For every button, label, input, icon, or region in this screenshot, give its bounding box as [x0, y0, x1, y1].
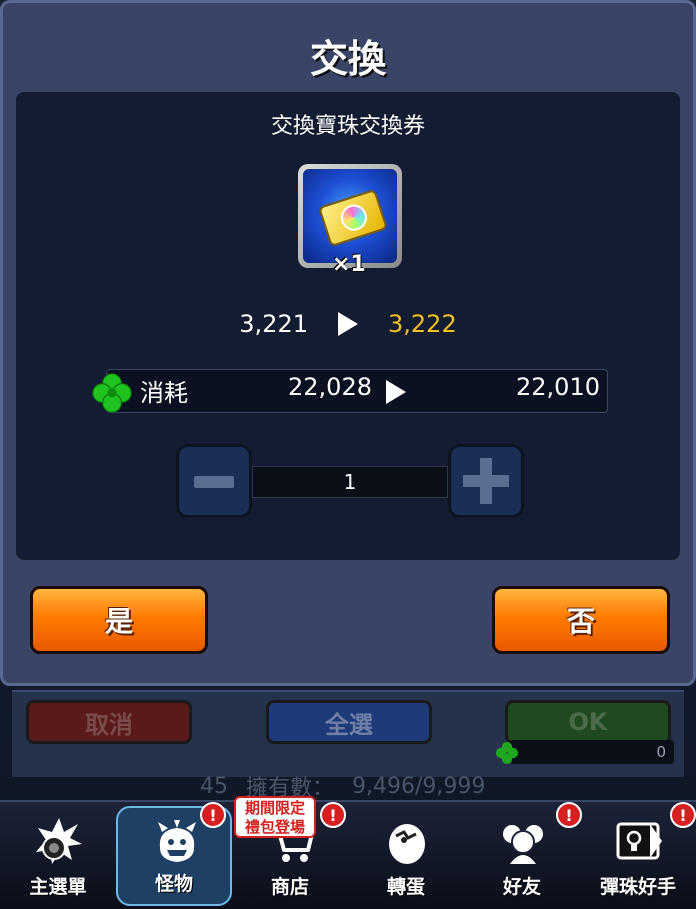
nav-label: 好友: [502, 876, 541, 898]
alert-badge: !: [556, 802, 582, 828]
alert-badge: !: [320, 802, 346, 828]
owned-count: 9,496/9,999: [352, 773, 486, 799]
nav-label: 主選單: [29, 876, 87, 898]
decrease-button[interactable]: [176, 444, 252, 518]
count-change-row: 3,221 3,222: [16, 306, 680, 342]
nav-item-gacha[interactable]: 轉蛋: [348, 800, 464, 907]
owned-level: 45: [200, 773, 228, 799]
nav-label: 商店: [270, 876, 309, 898]
no-button[interactable]: 否: [492, 586, 670, 654]
main-menu-icon: [36, 818, 82, 864]
arrow-right-icon: [386, 380, 406, 404]
nav-label: 怪物: [154, 873, 193, 895]
monster-icon: [158, 820, 196, 862]
limited-promo-badge[interactable]: 期間限定 禮包登場: [234, 796, 316, 838]
item-quantity: ×1: [332, 252, 366, 277]
plus-icon-vertical: [480, 458, 492, 504]
cost-after: 22,010: [516, 373, 600, 401]
nav-label: 轉蛋: [386, 876, 425, 898]
alert-badge: !: [200, 802, 226, 828]
nav-label: 彈珠好手: [599, 876, 676, 898]
minus-icon: [194, 476, 234, 488]
cost-before: 22,028: [288, 373, 372, 401]
clover-icon: [92, 373, 132, 413]
cost-label: 消耗: [140, 379, 188, 407]
count-after: 3,222: [388, 310, 457, 338]
ok-button[interactable]: OK: [505, 700, 671, 744]
alert-badge: !: [670, 802, 696, 828]
yes-button[interactable]: 是: [30, 586, 208, 654]
friends-icon: [503, 825, 543, 864]
increase-button[interactable]: [448, 444, 524, 518]
gacha-egg-icon: [389, 824, 425, 864]
arrow-right-icon: [338, 312, 358, 336]
quantity-value: 1: [343, 470, 357, 494]
count-before: 3,221: [239, 310, 308, 338]
select-all-button[interactable]: 全選: [266, 700, 432, 744]
striker-card-icon: [616, 822, 662, 860]
cancel-button[interactable]: 取消: [26, 700, 192, 744]
clover-count-bar: 0: [510, 740, 674, 764]
item-name: 交換寶珠交換券: [270, 114, 425, 139]
clover-icon: [495, 741, 519, 765]
nav-item-main-menu[interactable]: 主選單: [0, 800, 116, 907]
dialog-title: 交換: [309, 37, 386, 81]
